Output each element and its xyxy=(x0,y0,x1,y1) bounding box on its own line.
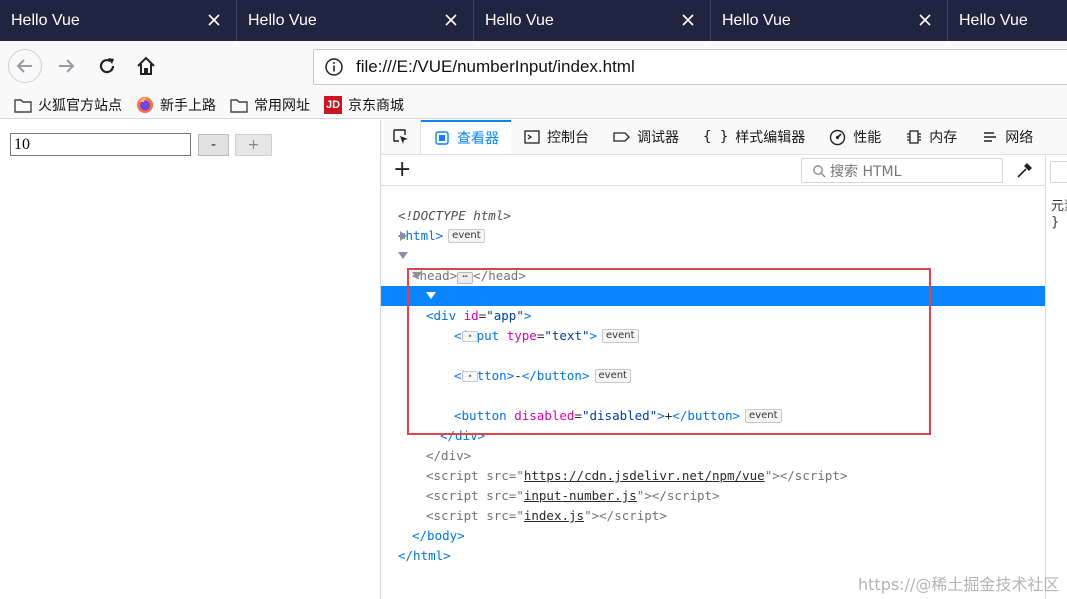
firefox-icon xyxy=(136,96,154,114)
watermark-text: https://@稀土掘金技术社区 xyxy=(858,575,1060,594)
close-tab-icon[interactable] xyxy=(680,12,696,28)
html-search-input[interactable]: 搜索 HTML xyxy=(801,158,1003,183)
home-icon xyxy=(137,56,155,75)
bookmark-item[interactable]: 火狐官方站点 xyxy=(14,95,122,115)
folder-icon xyxy=(14,96,32,114)
debugger-icon xyxy=(613,129,630,146)
tab-debugger[interactable]: 调试器 xyxy=(601,120,691,154)
bookmark-item[interactable]: 常用网址 xyxy=(230,95,310,115)
search-placeholder: 搜索 HTML xyxy=(830,163,902,180)
inspector-toolbar: + 搜索 HTML xyxy=(381,155,1045,186)
add-node-button[interactable]: + xyxy=(393,159,411,181)
style-editor-icon: { } xyxy=(703,129,729,145)
rule-close-brace: } xyxy=(1051,215,1060,230)
back-button[interactable] xyxy=(8,49,42,83)
tab-console[interactable]: 控制台 xyxy=(511,120,601,154)
home-button[interactable] xyxy=(131,51,161,81)
bookmark-label: 京东商城 xyxy=(348,97,404,114)
bookmark-label: 新手上路 xyxy=(160,97,216,114)
close-tab-icon[interactable] xyxy=(917,12,933,28)
markup-node[interactable]: <head> ⋯ </head> xyxy=(381,226,1045,284)
browser-tab[interactable]: Hello Vue xyxy=(474,0,711,41)
info-icon[interactable] xyxy=(324,57,344,77)
close-tab-icon[interactable] xyxy=(443,12,459,28)
reload-icon xyxy=(99,58,115,74)
performance-icon xyxy=(829,129,846,146)
tab-strip: Hello Vue Hello Vue Hello Vue Hello Vue … xyxy=(0,0,1067,41)
page-viewport: 10 - + xyxy=(0,120,380,599)
markup-node[interactable]: <script src="input-number.js"></script> xyxy=(381,466,1045,503)
markup-node[interactable]: <body> xyxy=(381,246,1045,303)
tab-label: 网络 xyxy=(1005,130,1034,146)
markup-node[interactable]: </html> xyxy=(381,526,1045,563)
tab-label: 调试器 xyxy=(637,130,679,146)
tab-memory[interactable]: 内存 xyxy=(893,120,969,154)
console-icon xyxy=(523,129,540,146)
filter-styles-input[interactable] xyxy=(1050,161,1067,183)
bookmark-item[interactable]: JD 京东商城 xyxy=(324,95,404,115)
browser-tab[interactable]: Hello Vue xyxy=(237,0,474,41)
tab-title: Hello Vue xyxy=(722,11,791,29)
bookmark-item[interactable]: 新手上路 xyxy=(136,95,216,115)
number-input[interactable]: 10 xyxy=(10,133,191,156)
browser-tab[interactable]: Hello Vue xyxy=(711,0,948,41)
search-icon xyxy=(813,164,826,177)
markup-node[interactable]: <script src="index.js"></script> xyxy=(381,486,1045,523)
bookmark-label: 常用网址 xyxy=(254,97,310,114)
rules-sidebar: 元素 } xyxy=(1045,155,1067,599)
tab-title: Hello Vue xyxy=(248,11,317,29)
element-picker-button[interactable] xyxy=(381,120,421,154)
folder-icon xyxy=(230,96,248,114)
element-picker-icon xyxy=(392,129,408,144)
forward-button[interactable] xyxy=(51,51,81,81)
tab-label: 查看器 xyxy=(457,131,499,147)
tab-inspector[interactable]: 查看器 xyxy=(421,120,511,154)
network-icon xyxy=(981,129,998,146)
bookmarks-toolbar: 火狐官方站点 新手上路 常用网址 JD 京东商城 xyxy=(0,91,1067,119)
forward-arrow-icon xyxy=(59,59,75,73)
tab-label: 性能 xyxy=(853,130,882,146)
tab-title: Hello Vue xyxy=(485,11,554,29)
tab-label: 内存 xyxy=(929,130,958,146)
tab-title: Hello Vue xyxy=(959,11,1028,29)
rule-selector: 元素 xyxy=(1051,199,1067,214)
eyedropper-icon[interactable] xyxy=(1015,160,1035,180)
expand-triangle-icon[interactable] xyxy=(400,231,407,241)
back-arrow-icon xyxy=(16,59,32,73)
markup-node[interactable]: <html> event xyxy=(381,206,1045,243)
navigation-bar: file:///E:/VUE/numberInput/index.html xyxy=(0,41,1067,91)
bookmark-label: 火狐官方站点 xyxy=(38,97,122,114)
tab-label: 控制台 xyxy=(547,130,589,146)
close-tab-icon[interactable] xyxy=(206,12,222,28)
tab-performance[interactable]: 性能 xyxy=(817,120,893,154)
tab-network[interactable]: 网络 xyxy=(969,120,1045,154)
decrement-button[interactable]: - xyxy=(198,134,229,156)
devtools-toolbar: 查看器 控制台 调试器 { } 样式编辑器 性能 内存 网络 xyxy=(381,120,1067,155)
jd-icon: JD xyxy=(324,95,342,114)
memory-icon xyxy=(905,129,922,146)
inspector-icon xyxy=(433,130,450,147)
tab-label: 样式编辑器 xyxy=(735,130,806,146)
collapse-triangle-icon[interactable] xyxy=(398,252,408,259)
tag-name: /html xyxy=(405,548,444,563)
browser-tab[interactable]: Hello Vue xyxy=(0,0,237,41)
browser-tab[interactable]: Hello Vue xyxy=(948,0,1067,41)
url-text: file:///E:/VUE/numberInput/index.html xyxy=(356,57,635,76)
reload-button[interactable] xyxy=(92,51,122,81)
markup-node[interactable]: <script src="https://cdn.jsdelivr.net/np… xyxy=(381,446,1045,483)
markup-node[interactable]: <!DOCTYPE html> xyxy=(381,186,1045,223)
annotation-highlight-box xyxy=(407,268,931,435)
increment-button: + xyxy=(235,134,272,156)
tab-style-editor[interactable]: { } 样式编辑器 xyxy=(691,120,817,154)
markup-node[interactable]: </body> xyxy=(381,506,1045,543)
tab-title: Hello Vue xyxy=(11,11,80,29)
address-bar[interactable]: file:///E:/VUE/numberInput/index.html xyxy=(313,49,1067,85)
